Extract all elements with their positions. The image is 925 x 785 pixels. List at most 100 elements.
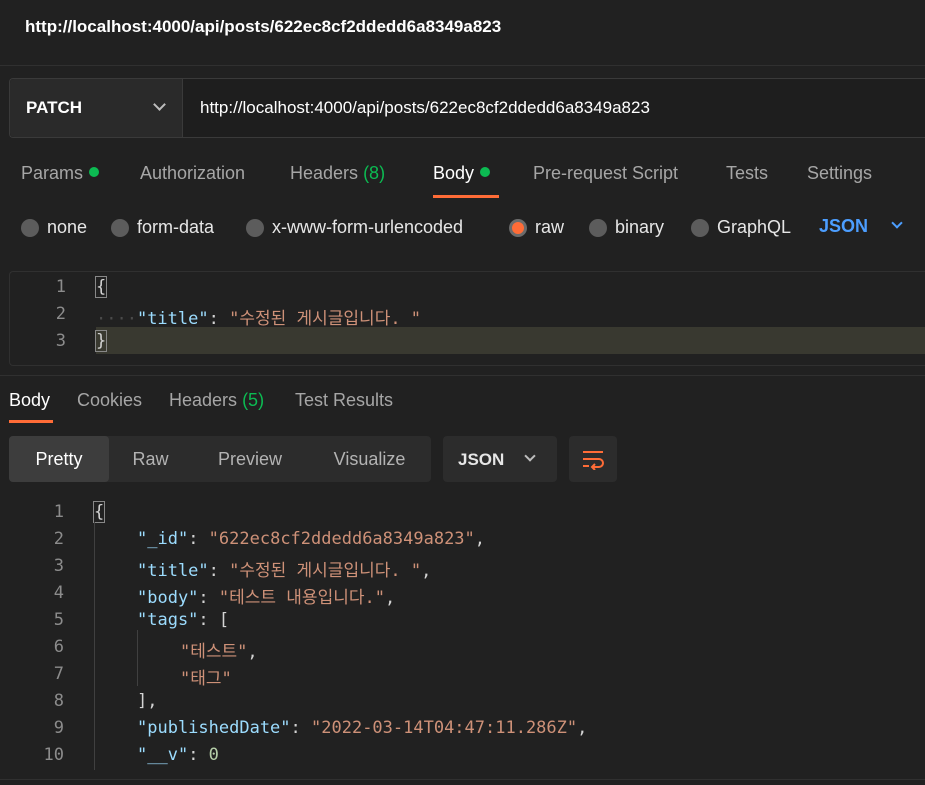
line-number: 9 [53, 718, 64, 738]
line-number: 1 [55, 277, 66, 297]
body-type-options: none form-data x-www-form-urlencoded raw… [0, 214, 925, 244]
chevron-down-icon [153, 98, 166, 111]
radio-x-www-form-urlencoded[interactable]: x-www-form-urlencoded [246, 217, 463, 238]
radio-label: x-www-form-urlencoded [272, 217, 464, 237]
line-number: 8 [53, 691, 64, 711]
tab-settings[interactable]: Settings [807, 163, 872, 184]
json-string: "태그" [180, 669, 232, 689]
tab-authorization[interactable]: Authorization [140, 163, 245, 184]
json-punctuation: , [384, 588, 396, 608]
radio-selected-icon [509, 219, 527, 237]
language-select[interactable]: JSON [819, 216, 903, 237]
tab-headers[interactable]: Headers (8) [290, 163, 385, 184]
view-mode-selector: Pretty Raw Preview Visualize [9, 436, 431, 482]
status-dot-icon [480, 167, 491, 177]
json-key: "title" [136, 309, 209, 329]
radio-graphql[interactable]: GraphQL [691, 217, 791, 238]
tab-test-results[interactable]: Test Results [295, 390, 393, 411]
radio-none[interactable]: none [21, 217, 87, 238]
radio-label: none [47, 217, 88, 237]
chevron-down-icon [524, 450, 536, 462]
divider [0, 779, 925, 780]
radio-raw[interactable]: raw [509, 217, 564, 238]
method-label: PATCH [26, 98, 83, 117]
radio-circle-icon [21, 219, 39, 237]
wrap-lines-button[interactable] [569, 436, 617, 482]
code-line: } [94, 330, 108, 352]
view-raw-button[interactable]: Raw [109, 436, 192, 482]
tab-body[interactable]: Body [433, 163, 491, 184]
json-punctuation: , [577, 718, 588, 738]
view-visualize-button[interactable]: Visualize [308, 436, 431, 482]
tab-label: Body [9, 390, 51, 410]
tab-label: Test Results [295, 390, 394, 410]
headers-count-badge: (5) [242, 390, 265, 410]
line-number: 1 [53, 502, 64, 522]
tab-response-body[interactable]: Body [9, 390, 50, 411]
tab-label: Pre-request Script [533, 163, 679, 183]
json-key: "tags" [137, 610, 199, 630]
language-label: JSON [819, 216, 869, 236]
code-line: "title": "수정된 게시글입니다. ", [137, 556, 431, 581]
active-tab-indicator [9, 420, 53, 423]
line-number: 5 [53, 610, 64, 630]
url-input[interactable]: http://localhost:4000/api/posts/622ec8cf… [200, 98, 650, 118]
indent-guide [137, 630, 138, 686]
code-line: "tags": [ [137, 610, 229, 630]
radio-circle-icon [246, 219, 264, 237]
line-number: 2 [55, 304, 66, 324]
json-punctuation: : [198, 588, 219, 608]
radio-circle-icon [589, 219, 607, 237]
whitespace-dots: ···· [96, 309, 137, 329]
tab-label: Params [21, 163, 84, 183]
line-number: 10 [43, 745, 64, 765]
json-key: "title" [137, 561, 209, 581]
tab-response-headers[interactable]: Headers (5) [169, 390, 264, 411]
code-line: "body": "테스트 내용입니다.", [137, 583, 395, 608]
format-select[interactable]: JSON [443, 436, 557, 482]
tab-label: Headers [169, 390, 238, 410]
radio-label: form-data [137, 217, 215, 237]
json-string: "622ec8cf2ddedd6a8349a823" [208, 529, 475, 549]
tab-label: Cookies [77, 390, 143, 410]
response-body-viewer[interactable]: 1 {2 "_id": "622ec8cf2ddedd6a8349a823", 3 "t… [0, 500, 925, 780]
tab-params[interactable]: Params [21, 163, 100, 184]
json-string: "테스트" [180, 642, 248, 662]
radio-label: binary [615, 217, 665, 237]
request-tabs: Params Authorization Headers (8) Body Pr… [0, 160, 925, 200]
json-string: "수정된 게시글입니다. " [229, 309, 422, 329]
close-brace: } [94, 330, 108, 352]
tab-pre-request-script[interactable]: Pre-request Script [533, 163, 678, 184]
tab-label: Authorization [140, 163, 246, 183]
colon: : [208, 309, 219, 329]
view-pretty-button[interactable]: Pretty [9, 436, 109, 482]
radio-label: GraphQL [717, 217, 792, 237]
view-preview-button[interactable]: Preview [192, 436, 308, 482]
radio-binary[interactable]: binary [589, 217, 664, 238]
wrap-lines-icon [583, 451, 604, 470]
line-number: 4 [53, 583, 64, 603]
line-number: 2 [53, 529, 64, 549]
divider [0, 375, 925, 376]
tab-label: Headers [290, 163, 359, 183]
request-title-bar: http://localhost:4000/api/posts/622ec8cf… [0, 0, 925, 58]
request-title[interactable]: http://localhost:4000/api/posts/622ec8cf… [25, 17, 501, 37]
json-punctuation: , [474, 529, 486, 549]
json-punctuation: ], [137, 691, 158, 711]
status-dot-icon [89, 167, 100, 177]
line-number: 3 [53, 556, 64, 576]
request-body-editor[interactable]: 1 2 3 { ····"title": "수정된 게시글입니다. " } [9, 271, 925, 366]
tab-tests[interactable]: Tests [726, 163, 768, 184]
tab-cookies[interactable]: Cookies [77, 390, 142, 411]
json-punctuation: : [188, 745, 209, 765]
headers-count-badge: (8) [363, 163, 386, 183]
format-label: JSON [458, 450, 505, 469]
json-number: 0 [208, 745, 219, 765]
method-select[interactable]: PATCH [10, 79, 183, 137]
open-brace: { [94, 276, 108, 298]
divider [0, 65, 925, 66]
json-string: "테스트 내용입니다." [218, 588, 385, 608]
active-tab-indicator [433, 195, 499, 198]
radio-form-data[interactable]: form-data [111, 217, 214, 238]
tab-label: Tests [726, 163, 769, 183]
